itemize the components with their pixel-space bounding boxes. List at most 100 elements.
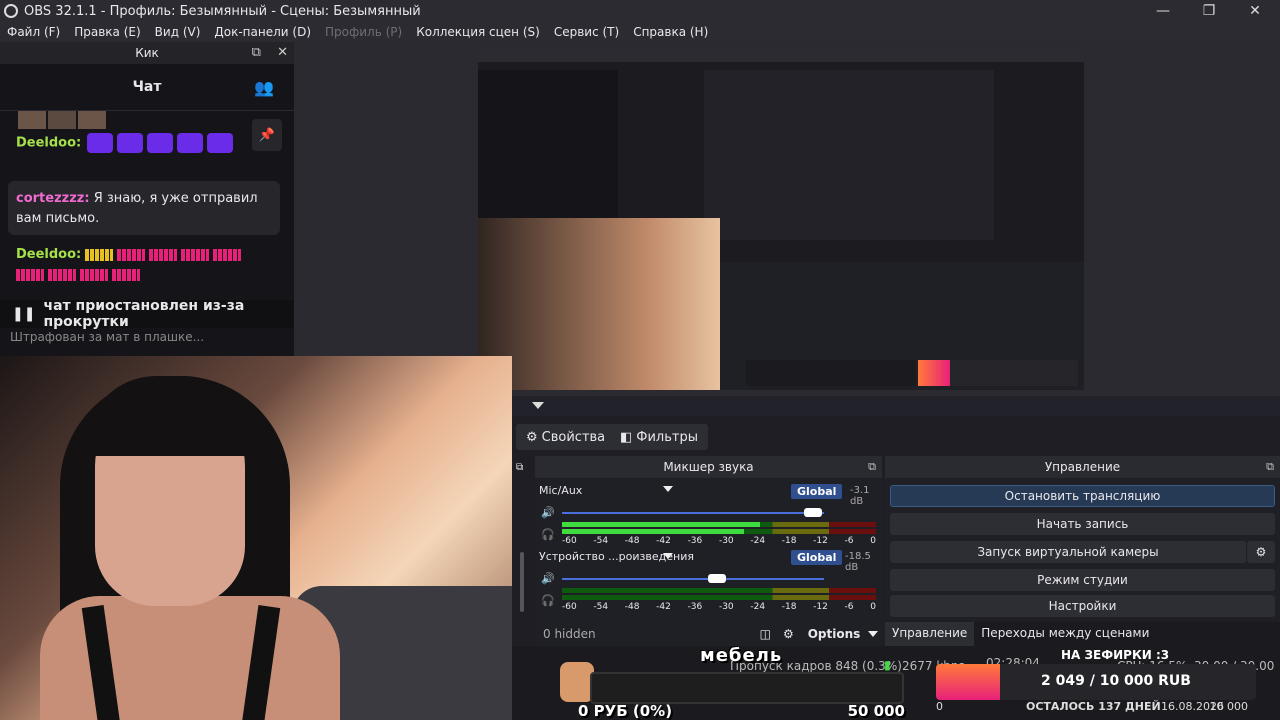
nested-goal	[746, 360, 916, 386]
pin-icon[interactable]: 📌	[252, 119, 282, 151]
emote-icon	[117, 248, 146, 261]
volume-slider[interactable]	[562, 508, 824, 517]
filters-label: Фильтры	[636, 429, 698, 445]
tick-label: -42	[656, 602, 671, 612]
avatar-strip	[18, 111, 106, 133]
tick-label: -54	[593, 602, 609, 612]
chat-paused-banner[interactable]: ❚❚ чат приостановлен из-за прокрутки	[0, 298, 294, 330]
chat-username: cortezzzz:	[16, 191, 90, 206]
properties-label: Свойства	[541, 429, 606, 445]
level-meter	[562, 522, 876, 536]
options-button[interactable]: Options	[808, 627, 861, 641]
chat-dock-title: Кик	[135, 46, 159, 60]
volume-knob[interactable]	[804, 508, 822, 517]
studio-mode-button[interactable]: Режим студии	[890, 569, 1275, 591]
volume-slider[interactable]	[562, 574, 824, 583]
mascot-icon	[560, 662, 594, 702]
title-bar: OBS 32.1.1 - Профиль: Безымянный - Сцены…	[0, 0, 1280, 22]
menu-help[interactable]: Справка (H)	[633, 25, 708, 39]
nested-webcam	[478, 218, 720, 390]
menu-edit[interactable]: Правка (E)	[74, 25, 140, 39]
donation-goal-right: НА ЗЕФИРКИ :3 2 049 / 10 000 RUB 0 ОСТАЛ…	[936, 648, 1256, 720]
pause-icon: ❚❚	[12, 306, 36, 322]
menu-file[interactable]: Файл (F)	[7, 25, 60, 39]
webcam-overlay	[0, 356, 512, 720]
controls-title: Управление	[1044, 460, 1121, 474]
stop-streaming-button[interactable]: Остановить трансляцию	[890, 485, 1275, 507]
layout-icon[interactable]: ◫	[760, 627, 771, 641]
chevron-down-icon[interactable]	[663, 486, 673, 492]
emote-icon	[147, 133, 174, 153]
tab-controls[interactable]: Управление	[885, 622, 975, 646]
goal-current: 0 РУБ (0%)	[578, 702, 673, 720]
tick-label: -30	[718, 536, 734, 546]
tick-label: -24	[750, 602, 766, 612]
nested-preview	[704, 70, 994, 240]
tick-label: -60	[562, 602, 577, 612]
tick-label: -12	[813, 602, 828, 612]
gear-icon[interactable]: ⚙	[783, 627, 794, 641]
menu-profile[interactable]: Профиль (P)	[325, 25, 402, 39]
volume-knob[interactable]	[708, 574, 726, 583]
chevron-down-icon[interactable]	[868, 631, 879, 637]
chevron-down-icon[interactable]	[532, 402, 544, 409]
db-readout: -3.1 dB	[850, 485, 870, 507]
global-badge[interactable]: Global	[791, 550, 843, 565]
chat-paused-text: чат приостановлен из-за прокрутки	[43, 298, 245, 330]
tick-label: -12	[813, 536, 828, 546]
start-virtual-camera-button[interactable]: Запуск виртуальной камеры	[890, 541, 1246, 563]
tab-scene-transitions[interactable]: Переходы между сценами	[974, 622, 1156, 646]
chat-username: Deeldoo:	[16, 247, 82, 262]
tick-label: -60	[562, 536, 577, 546]
maximize-button[interactable]: ❐	[1186, 0, 1232, 22]
chat-underlying-text: Штрафован за мат в плашке...	[10, 330, 205, 344]
dock-close-icon[interactable]: ✕	[277, 45, 288, 60]
tick-label: -48	[624, 536, 640, 546]
goal-end: 10 000	[1209, 700, 1249, 713]
properties-button[interactable]: ⚙ Свойства	[516, 424, 616, 450]
gear-icon: ⚙	[526, 429, 538, 445]
emote-icon	[80, 268, 108, 281]
filters-button[interactable]: ◧ Фильтры	[610, 424, 708, 450]
users-icon[interactable]: 👥	[254, 78, 274, 97]
tick-label: -42	[656, 536, 671, 546]
controls-panel: Управление ⧉ Остановить трансляцию Начат…	[885, 456, 1280, 620]
float-icon[interactable]: ⧉	[516, 462, 523, 473]
tick-label: -24	[750, 536, 766, 546]
headphones-icon[interactable]: 🎧	[541, 594, 555, 607]
virtual-camera-settings-gear-icon[interactable]: ⚙	[1247, 541, 1275, 563]
minimize-button[interactable]: —	[1140, 0, 1186, 22]
headphones-icon[interactable]: 🎧	[541, 528, 555, 541]
hidden-count[interactable]: 0 hidden	[543, 627, 596, 641]
preview-nested-capture[interactable]	[478, 50, 1084, 390]
float-icon[interactable]: ⧉	[1266, 460, 1274, 474]
meter-ticks: -60 -54 -48 -42 -36 -30 -24 -18 -12 -6 0	[562, 536, 876, 548]
chevron-down-icon[interactable]	[663, 553, 673, 559]
menu-tools[interactable]: Сервис (T)	[554, 25, 619, 39]
menu-scene-collection[interactable]: Коллекция сцен (S)	[416, 25, 540, 39]
tick-label: -6	[844, 536, 854, 546]
speaker-icon[interactable]: 🔊	[541, 572, 555, 585]
filter-icon: ◧	[620, 429, 633, 445]
global-badge[interactable]: Global	[791, 484, 843, 499]
scrollbar-thumb[interactable]	[520, 552, 524, 612]
emote-icon	[213, 248, 242, 261]
settings-button[interactable]: Настройки	[890, 595, 1275, 617]
menu-docks[interactable]: Док-панели (D)	[214, 25, 311, 39]
controls-title-bar: Управление ⧉	[885, 456, 1280, 478]
window-title: OBS 32.1.1 - Профиль: Безымянный - Сцены…	[24, 3, 421, 19]
menu-view[interactable]: Вид (V)	[155, 25, 201, 39]
emote-icon	[87, 133, 114, 153]
close-button[interactable]: ✕	[1232, 0, 1278, 22]
tick-label: -48	[624, 602, 640, 612]
float-icon[interactable]: ⧉	[252, 45, 261, 60]
goal-target: 50 000	[847, 702, 905, 720]
chat-message: Deeldoo:	[16, 247, 245, 262]
float-icon[interactable]: ⧉	[868, 460, 876, 474]
bottom-tabs: Управление Переходы между сценами	[885, 622, 1280, 646]
start-recording-button[interactable]: Начать запись	[890, 513, 1275, 535]
speaker-icon[interactable]: 🔊	[541, 506, 555, 519]
emote-icon	[48, 268, 76, 281]
meter-ticks: -60 -54 -48 -42 -36 -30 -24 -18 -12 -6 0	[562, 602, 876, 614]
goal-title: НА ЗЕФИРКИ :3	[1061, 648, 1170, 662]
